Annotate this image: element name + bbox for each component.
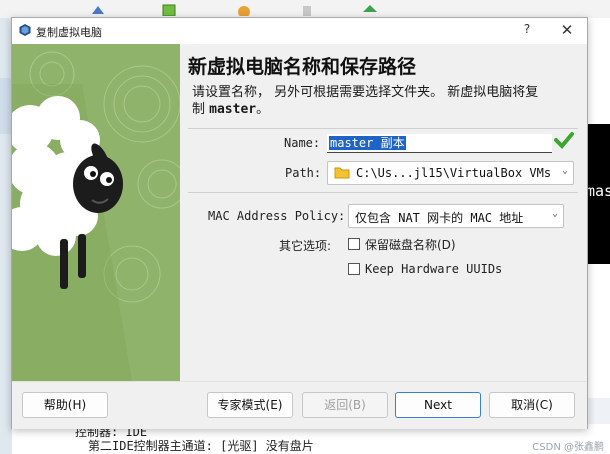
discard-icon[interactable] xyxy=(234,4,250,18)
chevron-down-icon: ⌄ xyxy=(561,165,568,176)
close-button[interactable]: ✕ xyxy=(557,21,577,41)
virtualbox-icon xyxy=(18,23,32,41)
wizard-heading: 新虚拟电脑名称和保存路径 xyxy=(188,56,417,78)
vm-preview: mas xyxy=(586,124,610,264)
new-vm-icon[interactable] xyxy=(90,4,104,16)
keep-hardware-uuids-checkbox[interactable] xyxy=(348,263,360,275)
manager-toolbar xyxy=(0,0,610,18)
dialog-titlebar[interactable]: 复制虚拟电脑 ? ✕ xyxy=(12,18,587,44)
wizard-sheep-illustration xyxy=(12,44,180,381)
vm-preview-text: mas xyxy=(586,182,610,200)
name-label: Name: xyxy=(284,136,321,150)
path-selector[interactable]: C:\Us...jl15\VirtualBox VMs ⌄ xyxy=(327,161,574,185)
mac-policy-select[interactable]: 仅包含 NAT 网卡的 MAC 地址 ⌄ xyxy=(348,204,564,228)
mac-policy-label: MAC Address Policy: xyxy=(208,209,346,223)
keep-hardware-uuids-label[interactable]: Keep Hardware UUIDs xyxy=(365,262,502,276)
watermark: CSDN @张鑫鹏 xyxy=(532,442,604,453)
cancel-button[interactable]: 取消(C) xyxy=(489,392,575,418)
mac-policy-value: 仅包含 NAT 网卡的 MAC 地址 xyxy=(355,211,524,225)
folder-icon xyxy=(334,166,350,182)
clone-vm-dialog: 复制虚拟电脑 ? ✕ 新虚拟电脑名称和保存路径 请设置名称， 另外可根据需要选择… xyxy=(11,17,588,429)
path-value: C:\Us...jl15\VirtualBox VMs xyxy=(356,166,552,180)
keep-disk-names-checkbox[interactable] xyxy=(348,238,360,250)
storage-secondary-line: 第二IDE控制器主通道: [光驱] 没有盘片 xyxy=(88,439,314,453)
name-input-selected-text: master 副本 xyxy=(329,136,406,150)
next-button[interactable]: Next xyxy=(395,392,481,418)
dialog-title: 复制虚拟电脑 xyxy=(36,26,102,39)
middle-separator xyxy=(188,192,578,193)
top-separator xyxy=(188,128,578,129)
name-input[interactable]: master 副本 xyxy=(327,134,552,153)
description-line2-prefix: 制 xyxy=(192,102,210,117)
settings-icon[interactable] xyxy=(162,4,176,17)
context-help-button[interactable]: ? xyxy=(517,22,537,40)
chevron-down-icon: ⌄ xyxy=(551,208,558,219)
pause-icon[interactable] xyxy=(300,4,314,16)
keep-disk-names-label[interactable]: 保留磁盘名称(D) xyxy=(365,236,456,253)
description-vm-name: master xyxy=(209,102,257,117)
path-label: Path: xyxy=(285,166,322,180)
back-button[interactable]: 返回(B) xyxy=(302,392,388,418)
other-options-label: 其它选项: xyxy=(279,239,332,253)
description-line1: 请设置名称， 另外可根据需要选择文件夹。 新虚拟电脑将复 xyxy=(192,85,539,100)
expert-mode-button[interactable]: 专家模式(E) xyxy=(207,392,293,418)
wizard-description: 请设置名称， 另外可根据需要选择文件夹。 新虚拟电脑将复 制 master。 xyxy=(192,84,577,118)
name-valid-check-icon xyxy=(554,131,574,153)
start-icon[interactable] xyxy=(362,4,377,16)
help-button[interactable]: 帮助(H) xyxy=(22,392,108,418)
description-line2-suffix: 。 xyxy=(256,102,270,117)
